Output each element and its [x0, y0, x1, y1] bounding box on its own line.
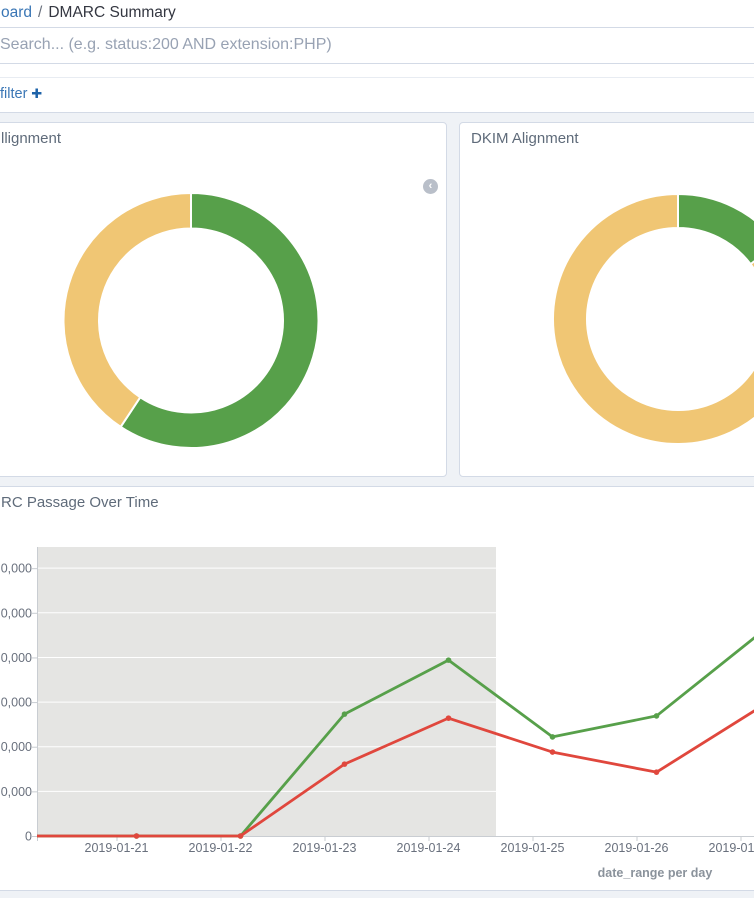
panel-title-dmarc-passage: RC Passage Over Time — [0, 487, 754, 518]
breadcrumb-bar: oard/DMARC Summary — [0, 0, 754, 28]
y-tick-label: 0,000 — [1, 785, 32, 799]
chevron-left-icon: ‹ — [423, 179, 438, 194]
donut-slice-yellow[interactable] — [63, 193, 191, 427]
data-point-green[interactable] — [654, 713, 660, 719]
plus-icon: ✚ — [27, 86, 42, 101]
page-title: DMARC Summary — [48, 4, 175, 21]
y-tick-label: 0 — [25, 830, 32, 844]
panel-title-spf: llignment — [0, 123, 446, 154]
x-tick-label: 2019-01-25 — [501, 841, 565, 855]
search-input[interactable] — [0, 28, 754, 62]
x-tick-label: 2019-01-24 — [397, 841, 461, 855]
dkim-donut-chart[interactable] — [548, 189, 754, 449]
breadcrumb-dashboard-link[interactable]: oard — [1, 4, 32, 21]
x-tick-label: 2019-01-23 — [293, 841, 357, 855]
y-tick-label: 0,000 — [1, 740, 32, 754]
panel-title-dkim: DKIM Alignment — [460, 123, 754, 154]
breadcrumb-separator: / — [32, 4, 48, 21]
add-filter-link[interactable]: filter✚ — [0, 86, 42, 102]
x-axis-label: date_range per day — [598, 866, 713, 880]
data-point-green[interactable] — [342, 711, 348, 717]
y-tick-label: 0,000 — [1, 562, 32, 576]
x-tick-label: 2019-01-27 — [709, 841, 754, 855]
dmarc-passage-line-chart[interactable]: 0,000 0,000 0,000 0,000 0,000 0,000 0 2019-01-2… — [0, 530, 754, 885]
legend-collapse-button[interactable]: ‹ — [423, 179, 438, 194]
data-point-red[interactable] — [134, 833, 140, 839]
data-point-red[interactable] — [550, 749, 556, 755]
data-point-red[interactable] — [238, 833, 244, 839]
y-tick-label: 0,000 — [1, 651, 32, 665]
add-filter-label: filter — [0, 86, 27, 102]
donut-slice-green[interactable] — [678, 194, 754, 264]
filter-bar: filter✚ — [0, 78, 754, 113]
breadcrumb: oard/DMARC Summary — [1, 4, 176, 22]
data-point-red[interactable] — [446, 715, 452, 721]
data-point-green[interactable] — [550, 734, 556, 740]
time-range-band — [37, 547, 496, 836]
x-tick-label: 2019-01-21 — [85, 841, 149, 855]
data-point-red[interactable] — [342, 761, 348, 767]
query-bar-spacer — [0, 64, 754, 78]
spf-donut-chart[interactable] — [58, 188, 324, 454]
query-bar — [0, 28, 754, 64]
data-point-red[interactable] — [654, 769, 660, 775]
x-tick-label: 2019-01-26 — [605, 841, 669, 855]
y-tick-label: 0,000 — [1, 606, 32, 620]
x-tick-label: 2019-01-22 — [189, 841, 253, 855]
data-point-green[interactable] — [446, 657, 452, 663]
y-tick-label: 0,000 — [1, 696, 32, 710]
